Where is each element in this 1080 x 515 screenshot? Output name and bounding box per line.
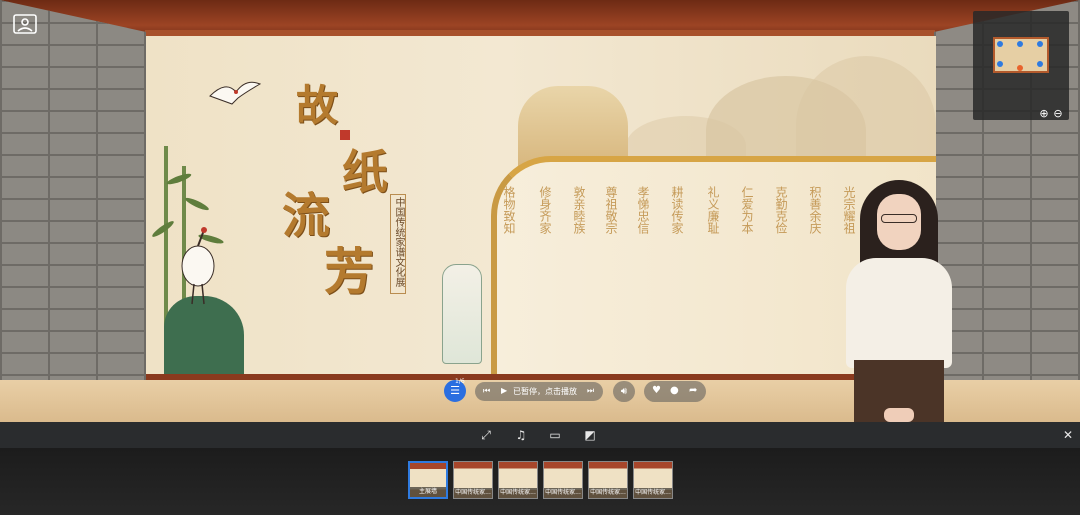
minimap[interactable]: ⊕ ⊖	[973, 11, 1069, 120]
scene-thumbnail-strip: 主展墙 中国传统家... 中国传统家... 中国传统家... 中国传统家... …	[0, 448, 1080, 515]
scene-thumbnail[interactable]: 中国传统家...	[453, 461, 493, 499]
scene-thumbnail-label: 中国传统家...	[454, 488, 492, 498]
brick-wall-left	[0, 0, 146, 422]
scene-thumbnail[interactable]: 中国传统家...	[498, 461, 538, 499]
scene-thumbnail[interactable]: 中国传统家...	[588, 461, 628, 499]
title-char: 纸	[342, 145, 388, 199]
presenter-shirt	[846, 258, 952, 368]
minimap-hotspot[interactable]	[1037, 61, 1043, 67]
scroll-text: 敦亲睦族	[572, 186, 586, 234]
standing-crane	[181, 227, 215, 305]
scroll-text: 耕读传家	[670, 186, 684, 234]
panorama-icon[interactable]	[12, 12, 38, 36]
title-char: 故	[296, 81, 339, 130]
title-char: 流	[282, 188, 331, 244]
bamboo-leaf	[183, 195, 211, 213]
vr-glasses-icon[interactable]: ▭	[547, 427, 563, 443]
scene-thumbnail-label: 主展墙	[410, 487, 446, 497]
skip-forward-icon[interactable]: ⏭	[587, 386, 594, 396]
scene-thumbnail-label: 中国传统家...	[499, 488, 537, 498]
scroll-text: 礼义廉耻	[706, 186, 720, 234]
minimap-hotspot[interactable]	[997, 61, 1003, 67]
scene-thumbnail-label: 中国传统家...	[589, 488, 627, 498]
scroll-text: 积善余庆	[808, 186, 822, 234]
flying-crane	[209, 81, 262, 105]
minimap-hotspot[interactable]	[997, 41, 1003, 47]
music-icon[interactable]: ♫	[513, 427, 529, 443]
scroll-text: 尊祖敬宗	[604, 186, 618, 234]
expand-icon[interactable]: ⤢	[478, 427, 494, 443]
scene-thumbnail[interactable]: 中国传统家...	[633, 461, 673, 499]
garden-rock	[164, 296, 244, 374]
heart-icon[interactable]: ♥	[652, 385, 661, 396]
view-toolbar: ⤢ ♫ ▭ ◩ ✕	[0, 422, 1080, 448]
virtual-exhibition-viewer: 格物致知 修身齐家 敦亲睦族 尊祖敬宗 孝悌忠信 耕读传家 礼义廉耻 仁爱为本 …	[0, 0, 1080, 515]
zoom-in-icon[interactable]: ⊕	[1037, 107, 1051, 121]
scholar-figure	[442, 264, 482, 364]
audio-player[interactable]: ⏮ ▶ 已暂停，点击播放 ⏭	[475, 382, 603, 401]
play-icon[interactable]: ▶	[501, 386, 507, 395]
scroll-text: 修身齐家	[538, 186, 552, 234]
scroll-text: 克勤克俭	[774, 186, 788, 234]
scene-thumbnail-label: 中国传统家...	[634, 488, 672, 498]
scene-thumbnail-label: 中国传统家...	[544, 488, 582, 498]
close-icon[interactable]: ✕	[1060, 427, 1076, 443]
exhibition-mural[interactable]: 格物致知 修身齐家 敦亲睦族 尊祖敬宗 孝悌忠信 耕读传家 礼义廉耻 仁爱为本 …	[146, 36, 936, 374]
zoom-out-icon[interactable]: ⊖	[1051, 107, 1065, 121]
title-char: 芳	[324, 242, 374, 301]
minimap-hotspot[interactable]	[1037, 41, 1043, 47]
bamboo-leaf	[165, 171, 193, 187]
presenter-hands	[884, 408, 914, 422]
share-icon[interactable]: ➦	[689, 385, 697, 396]
presenter-glasses	[881, 214, 917, 223]
scroll-text: 格物致知	[502, 186, 516, 234]
minimap-hotspot[interactable]	[1017, 41, 1023, 47]
virtual-presenter[interactable]	[840, 180, 958, 446]
comment-icon[interactable]: ●	[670, 385, 679, 396]
scroll-text: 仁爱为本	[740, 186, 754, 234]
scroll-text: 孝悌忠信	[636, 186, 650, 234]
menu-badge: 1/6	[455, 378, 465, 385]
volume-icon[interactable]: 🔊︎	[613, 381, 635, 402]
minimap-current-position	[1017, 65, 1023, 71]
image-icon[interactable]: ◩	[582, 427, 598, 443]
red-seal	[340, 130, 350, 140]
social-actions: ♥ ● ➦	[644, 381, 706, 402]
exhibition-subtitle: 中国传统家谱文化展	[390, 194, 406, 294]
player-status: 已暂停，点击播放	[513, 387, 577, 396]
skip-back-icon[interactable]: ⏮	[483, 386, 490, 396]
scene-thumbnail[interactable]: 中国传统家...	[543, 461, 583, 499]
scene-thumbnail[interactable]: 主展墙	[408, 461, 448, 499]
